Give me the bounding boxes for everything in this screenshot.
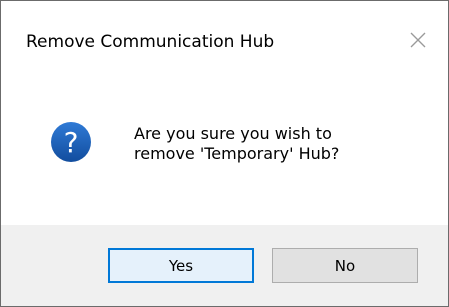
no-button[interactable]: No [272, 248, 418, 283]
close-icon [410, 32, 426, 48]
confirm-dialog: Remove Communication Hub ? Are you sure … [0, 0, 449, 307]
title-bar[interactable]: Remove Communication Hub [1, 1, 448, 87]
dialog-title: Remove Communication Hub [26, 32, 275, 52]
message-line-2: remove 'Temporary' Hub? [134, 144, 340, 163]
dialog-body: ? Are you sure you wish to remove 'Tempo… [1, 87, 448, 224]
message-line-1: Are you sure you wish to [134, 124, 332, 143]
close-button[interactable] [407, 29, 429, 51]
dialog-message: Are you sure you wish to remove 'Tempora… [134, 124, 339, 164]
question-icon: ? [51, 122, 91, 162]
yes-button[interactable]: Yes [108, 248, 254, 283]
button-bar: Yes No [1, 225, 448, 306]
svg-text:?: ? [64, 126, 79, 159]
